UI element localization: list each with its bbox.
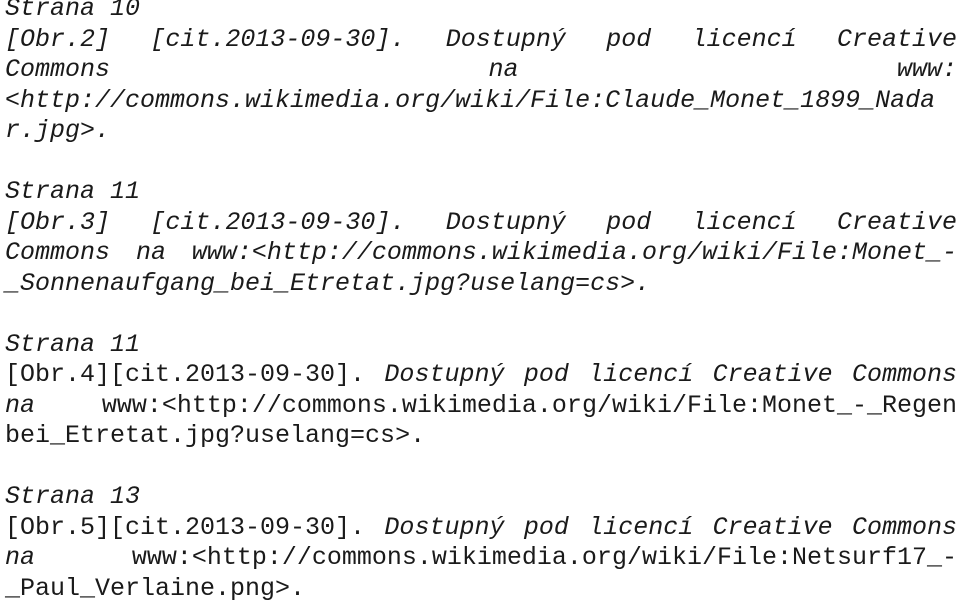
page-reference: Strana 11	[5, 177, 141, 206]
citation-url-line: na www:<http://commons.wikimedia.org/wik…	[5, 543, 957, 574]
citation-line: r.jpg>.	[5, 116, 111, 145]
page-reference: Strana 10	[5, 0, 141, 23]
citation-block: Strana 11 [Obr.3] [cit.2013-09-30]. Dost…	[5, 177, 957, 299]
citation-line: Commons na www:	[5, 55, 957, 84]
citation-url-end: _Paul_Verlaine.png>.	[5, 573, 306, 603]
citation-url-end: bei_Etretat.jpg?uselang=cs>.	[5, 421, 426, 450]
license-text: Dostupný pod licencí Creative Commons	[365, 512, 957, 542]
citation-line: _Sonnenaufgang_bei_Etretat.jpg?uselang=c…	[5, 268, 651, 298]
citation-block: Strana 10 [Obr.2] [cit.2013-09-30]. Dost…	[5, 0, 957, 147]
page-reference: Strana 11	[5, 329, 141, 359]
page-reference: Strana 13	[5, 482, 141, 511]
citation-text: na	[5, 543, 132, 572]
citation-block: Strana 13 [Obr.5][cit.2013-09-30]. Dostu…	[5, 482, 957, 604]
citation-ref: [Obr.4][cit.2013-09-30].	[5, 360, 366, 389]
citation-line: [Obr.5][cit.2013-09-30]. Dostupný pod li…	[5, 513, 957, 544]
citation-url-line: na www:<http://commons.wikimedia.org/wik…	[5, 391, 957, 422]
citation-line: [Obr.3] [cit.2013-09-30]. Dostupný pod l…	[5, 207, 957, 237]
citation-ref: [Obr.5][cit.2013-09-30].	[5, 512, 366, 542]
citation-url-line: Commons na www:<http://commons.wikimedia…	[5, 238, 957, 267]
citation-text: na	[5, 390, 102, 420]
document-page: Strana 10 [Obr.2] [cit.2013-09-30]. Dost…	[0, 0, 960, 604]
citation-line: [Obr.2] [cit.2013-09-30]. Dostupný pod l…	[5, 24, 957, 54]
citation-line: [Obr.4][cit.2013-09-30]. Dostupný pod li…	[5, 360, 957, 391]
citation-url: www:<http://commons.wikimedia.org/wiki/F…	[101, 390, 957, 420]
citation-url: www:<http://commons.wikimedia.org/wiki/F…	[131, 543, 957, 572]
license-text: Dostupný pod licencí Creative Commons	[365, 360, 957, 389]
citation-block: Strana 11 [Obr.4][cit.2013-09-30]. Dostu…	[5, 330, 957, 452]
citation-url-line: <http://commons.wikimedia.org/wiki/File:…	[5, 85, 936, 115]
